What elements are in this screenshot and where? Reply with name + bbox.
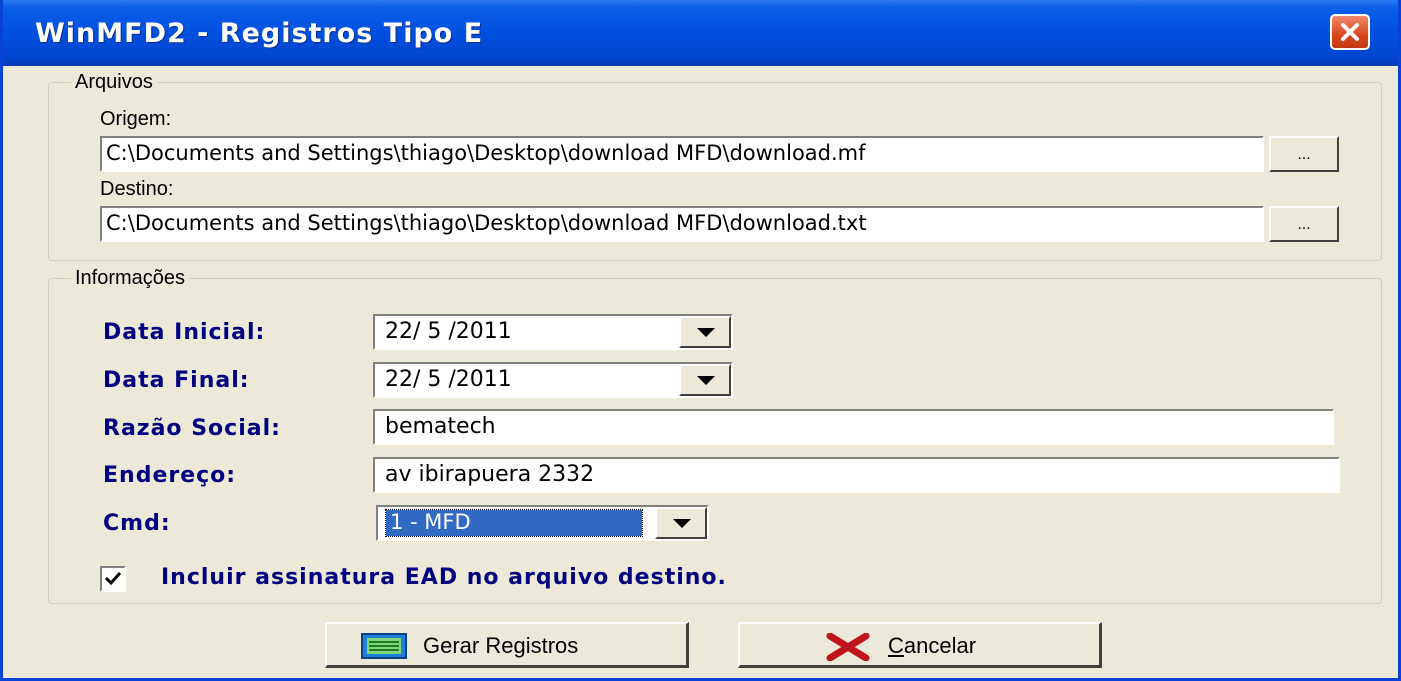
chevron-down-icon: [697, 328, 715, 337]
data-inicial-label: Data Inicial:: [103, 320, 266, 345]
close-icon: [1341, 23, 1359, 41]
checkmark-icon: [104, 571, 122, 586]
cmd-dropdown-button[interactable]: [655, 507, 707, 539]
cmd-selected-value: 1 - MFD: [385, 509, 643, 537]
data-final-label: Data Final:: [103, 368, 250, 393]
endereco-input[interactable]: av ibirapuera 2332: [373, 457, 1340, 493]
cmd-select[interactable]: 1 - MFD: [376, 505, 709, 541]
list-icon: [361, 633, 407, 659]
cmd-label: Cmd:: [103, 511, 171, 536]
data-final-dropdown-button[interactable]: [679, 364, 731, 396]
title-bar[interactable]: WinMFD2 - Registros Tipo E: [3, 0, 1398, 66]
origem-browse-button[interactable]: ...: [1269, 136, 1339, 172]
data-inicial-picker[interactable]: 22/ 5 /2011: [373, 314, 733, 350]
destino-path-input[interactable]: C:\Documents and Settings\thiago\Desktop…: [100, 206, 1264, 242]
endereco-label: Endereço:: [103, 463, 237, 488]
razao-social-label: Razão Social:: [103, 416, 281, 441]
cancelar-button[interactable]: Cancelar: [738, 622, 1102, 668]
destino-browse-button[interactable]: ...: [1269, 206, 1339, 242]
origem-path-input[interactable]: C:\Documents and Settings\thiago\Desktop…: [100, 136, 1264, 172]
razao-social-input[interactable]: bematech: [373, 409, 1334, 445]
arquivos-legend: Arquivos: [75, 71, 153, 93]
ead-signature-label[interactable]: Incluir assinatura EAD no arquivo destin…: [161, 565, 727, 590]
destino-label: Destino:: [100, 178, 174, 200]
chevron-down-icon: [697, 376, 715, 385]
ead-signature-checkbox[interactable]: [100, 566, 126, 592]
dialog-window: WinMFD2 - Registros Tipo E Arquivos Orig…: [0, 0, 1401, 681]
origem-label: Origem:: [100, 108, 172, 130]
cancelar-label-rest: ancelar: [903, 633, 977, 658]
cancel-x-icon: [826, 633, 870, 661]
window-title: WinMFD2 - Registros Tipo E: [35, 18, 484, 49]
data-final-value: 22/ 5 /2011: [385, 367, 512, 392]
cancelar-accelerator: C: [888, 633, 904, 658]
chevron-down-icon: [673, 519, 691, 528]
cancelar-label: Cancelar: [888, 633, 976, 659]
data-final-picker[interactable]: 22/ 5 /2011: [373, 362, 733, 398]
data-inicial-value: 22/ 5 /2011: [385, 319, 512, 344]
data-inicial-dropdown-button[interactable]: [679, 316, 731, 348]
gerar-registros-button[interactable]: Gerar Registros: [325, 622, 689, 668]
close-button[interactable]: [1330, 14, 1370, 50]
gerar-registros-label: Gerar Registros: [423, 633, 579, 658]
informacoes-legend: Informações: [75, 267, 186, 289]
